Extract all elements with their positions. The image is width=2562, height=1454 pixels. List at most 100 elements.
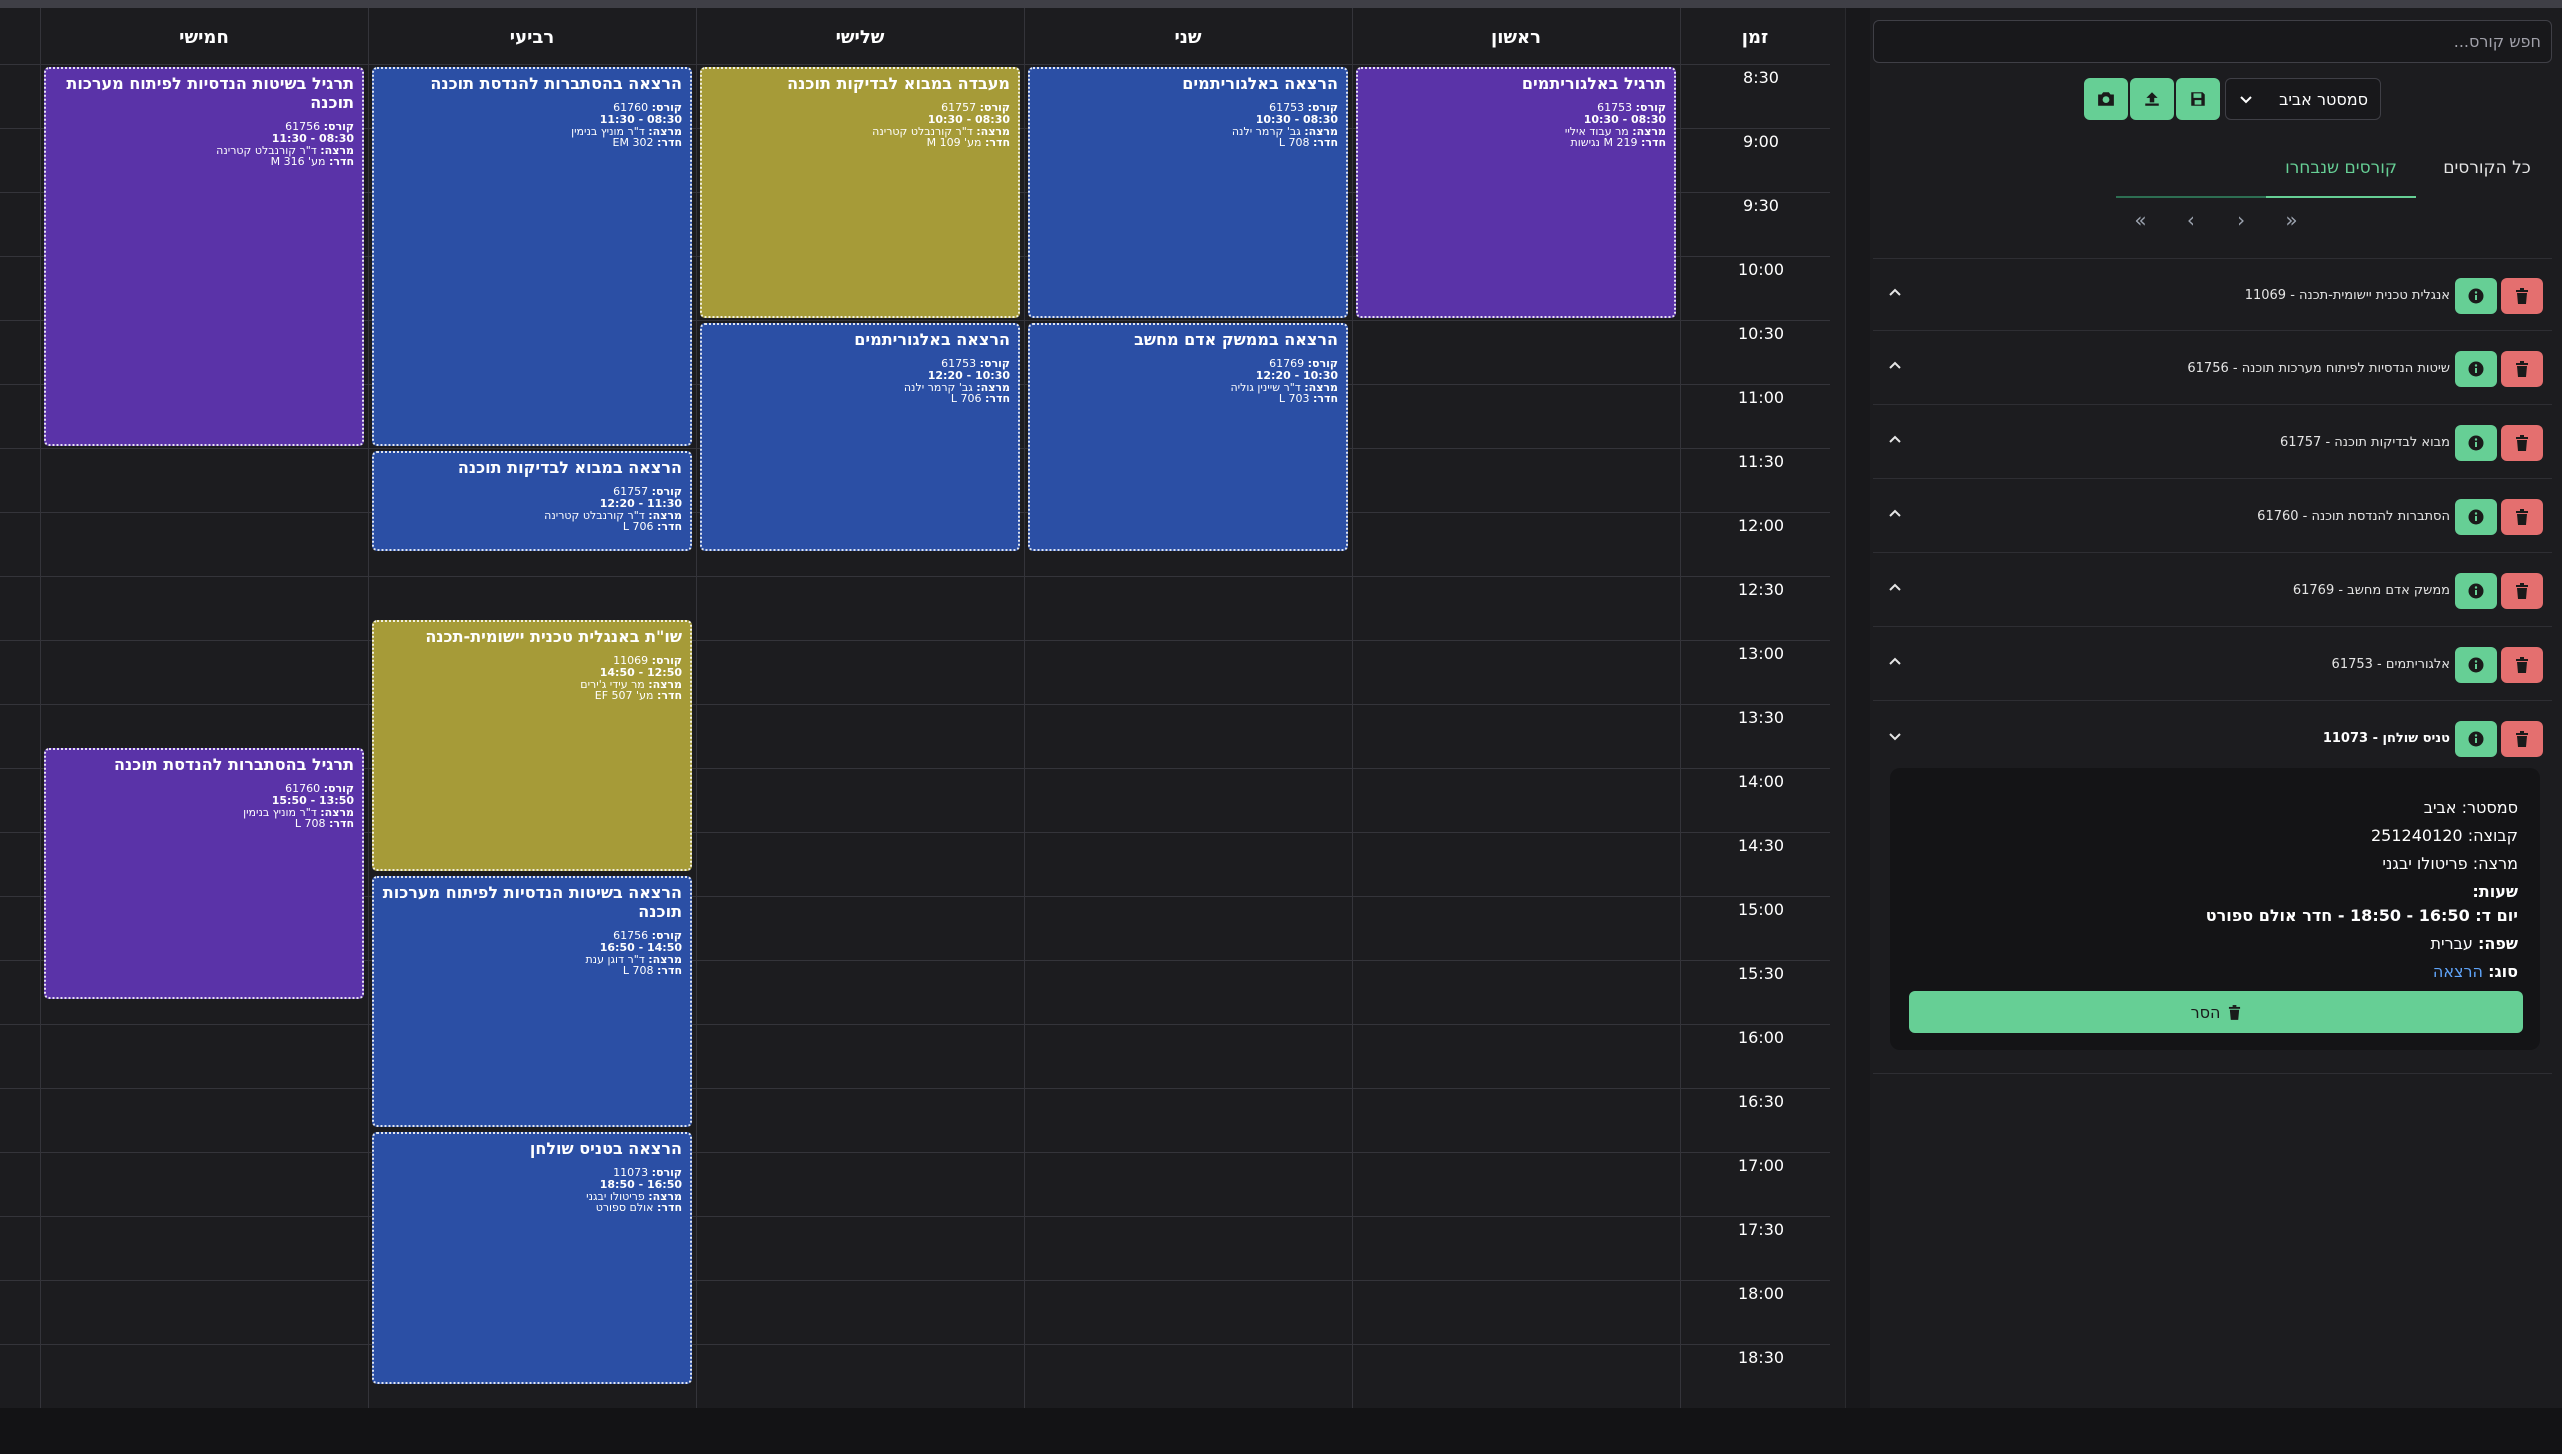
time-label: 16:00 — [1737, 1028, 1785, 1047]
first-page-button[interactable]: « — [2118, 208, 2162, 232]
next-page-button[interactable]: › — [2219, 208, 2263, 232]
event-room: חדר: L 703 — [1278, 392, 1338, 406]
event-title: תרגיל בשיטות הנדסיות לפיתוח מערכות תוכנה — [66, 74, 354, 112]
time-label: 10:00 — [1737, 260, 1785, 279]
info-button[interactable] — [2455, 573, 2497, 609]
time-label: 18:30 — [1737, 1348, 1785, 1367]
event-title: הרצאה בטניס שולחן — [529, 1139, 682, 1158]
time-label: 9:30 — [1743, 196, 1779, 215]
event-room: חדר: מע' M 109 — [926, 136, 1010, 150]
info-button[interactable] — [2455, 647, 2497, 683]
time-label: 15:30 — [1737, 964, 1785, 983]
grid-line — [0, 640, 1830, 641]
trash-icon — [2516, 435, 2528, 451]
chevron-down-icon — [2240, 96, 2252, 104]
event-block[interactable]: שו"ת באנגלית טכנית יישומית-תכנה קורס: 11… — [372, 620, 692, 871]
course-name: ממשק אדם מחשב - 61769 — [2292, 583, 2450, 598]
event-title: תרגיל באלגוריתמים — [1521, 74, 1666, 93]
event-room: חדר: L 708 — [294, 817, 354, 831]
grid-col-line — [1024, 8, 1025, 1408]
info-icon — [2468, 583, 2484, 599]
delete-button[interactable] — [2501, 425, 2543, 461]
event-block[interactable]: הרצאה באלגוריתמים קורס: 61753 08:30 - 10… — [1028, 67, 1348, 318]
last-page-button[interactable]: » — [2270, 208, 2314, 232]
detail-group: קבוצה: 251240120 — [2370, 826, 2518, 845]
event-block[interactable]: הרצאה במבוא לבדיקות תוכנה קורס: 61757 11… — [372, 451, 692, 551]
tab-selected-courses[interactable]: קורסים שנבחרו — [2266, 138, 2416, 198]
time-label: 13:30 — [1737, 708, 1785, 727]
list-item: שיטות הנדסיות לפיתוח מערכות תוכנה - 6175… — [1873, 332, 2552, 405]
event-block[interactable]: מעבדה במבוא לבדיקות תוכנה קורס: 61757 08… — [700, 67, 1020, 318]
event-title: הרצאה בהסתברות להנדסת תוכנה — [430, 74, 682, 93]
event-room: חדר: L 708 — [1278, 136, 1338, 150]
chevron-down-icon[interactable] — [1887, 702, 1903, 775]
course-name: מבוא לבדיקות תוכנה - 61757 — [2279, 435, 2450, 450]
chevron-up-icon[interactable] — [1887, 259, 1903, 332]
chevron-up-icon[interactable] — [1887, 406, 1903, 479]
chevron-up-icon[interactable] — [1887, 480, 1903, 553]
list-item: אלגוריתמים - 61753 — [1873, 628, 2552, 701]
grid-line — [0, 576, 1830, 577]
event-block[interactable]: הרצאה בממשק אדם מחשב קורס: 61769 10:30 -… — [1028, 323, 1348, 551]
delete-button[interactable] — [2501, 721, 2543, 757]
info-icon — [2468, 509, 2484, 525]
upload-button[interactable] — [2130, 78, 2174, 120]
grid-line — [0, 1216, 1830, 1217]
grid-line — [0, 1280, 1830, 1281]
time-label: 15:00 — [1737, 900, 1785, 919]
chevron-up-icon[interactable] — [1887, 628, 1903, 701]
tab-all-courses[interactable]: כל הקורסים — [2422, 138, 2552, 198]
chevron-up-icon[interactable] — [1887, 554, 1903, 627]
delete-button[interactable] — [2501, 278, 2543, 314]
grid-col-line — [368, 8, 369, 1408]
info-icon — [2468, 435, 2484, 451]
save-button[interactable] — [2176, 78, 2220, 120]
trash-icon — [2516, 583, 2528, 599]
info-button[interactable] — [2455, 425, 2497, 461]
detail-semester: סמסטר: אביב — [2423, 798, 2518, 817]
time-label: 16:30 — [1737, 1092, 1785, 1111]
event-room: חדר: מע' EF 507 — [594, 689, 682, 703]
delete-button[interactable] — [2501, 499, 2543, 535]
course-name: טניס שולחן - 11073 — [2322, 731, 2450, 746]
semester-select[interactable]: סמסטר אביב — [2225, 78, 2381, 120]
list-item: ממשק אדם מחשב - 61769 — [1873, 554, 2552, 627]
info-icon — [2468, 657, 2484, 673]
info-button[interactable] — [2455, 721, 2497, 757]
event-title: מעבדה במבוא לבדיקות תוכנה — [787, 74, 1010, 93]
event-title: הרצאה בממשק אדם מחשב — [1134, 330, 1338, 349]
delete-button[interactable] — [2501, 573, 2543, 609]
info-button[interactable] — [2455, 278, 2497, 314]
screenshot-button[interactable] — [2084, 78, 2128, 120]
type-link[interactable]: הרצאה — [2433, 962, 2483, 981]
delete-button[interactable] — [2501, 647, 2543, 683]
event-block[interactable]: תרגיל בשיטות הנדסיות לפיתוח מערכות תוכנה… — [44, 67, 364, 446]
top-strip — [0, 0, 2562, 8]
course-name: שיטות הנדסיות לפיתוח מערכות תוכנה - 6175… — [2187, 361, 2450, 376]
search-input[interactable] — [1873, 20, 2552, 63]
event-block[interactable]: תרגיל בהסתברות להנדסת תוכנה קורס: 61760 … — [44, 748, 364, 999]
event-title: הרצאה בשיטות הנדסיות לפיתוח מערכות תוכנה — [382, 883, 682, 921]
event-block[interactable]: תרגיל באלגוריתמים קורס: 61753 08:30 - 10… — [1356, 67, 1676, 318]
info-button[interactable] — [2455, 351, 2497, 387]
detail-type: סוג: הרצאה — [2432, 962, 2518, 981]
event-block[interactable]: הרצאה בטניס שולחן קורס: 11073 16:50 - 18… — [372, 1132, 692, 1384]
chevron-up-icon[interactable] — [1887, 332, 1903, 405]
remove-course-button[interactable]: הסר — [1909, 991, 2523, 1033]
info-button[interactable] — [2455, 499, 2497, 535]
time-label: 17:00 — [1737, 1156, 1785, 1175]
header-monday: שני — [1174, 27, 1202, 48]
event-block[interactable]: הרצאה בשיטות הנדסיות לפיתוח מערכות תוכנה… — [372, 876, 692, 1127]
grid-line — [0, 1024, 1830, 1025]
grid-col-line — [40, 8, 41, 1408]
trash-icon — [2516, 731, 2528, 747]
prev-page-button[interactable]: ‹ — [2169, 208, 2213, 232]
event-block[interactable]: הרצאה באלגוריתמים קורס: 61753 10:30 - 12… — [700, 323, 1020, 551]
time-label: 12:00 — [1737, 516, 1785, 535]
grid-line — [0, 64, 1830, 65]
detail-hours-value: יום ד: 16:50 - 18:50 - חדר אולם ספורט — [2205, 906, 2518, 925]
event-block[interactable]: הרצאה בהסתברות להנדסת תוכנה קורס: 61760 … — [372, 67, 692, 446]
delete-button[interactable] — [2501, 351, 2543, 387]
event-title: הרצאה באלגוריתמים — [1182, 74, 1338, 93]
grid-line — [0, 1152, 1830, 1153]
